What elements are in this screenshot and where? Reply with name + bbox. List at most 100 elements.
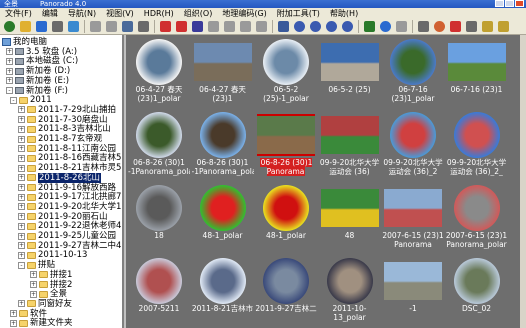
- thumbnail-item[interactable]: 48-1_polar: [255, 183, 317, 249]
- tree-item[interactable]: +2011-8-26北山: [18, 172, 101, 183]
- tree-item[interactable]: +2011-9-16解放西路: [18, 183, 116, 193]
- tree-item[interactable]: + 全景: [30, 289, 67, 299]
- tree-item[interactable]: +2011-8-3吉林北山: [18, 124, 111, 134]
- zoom-100-button[interactable]: [308, 19, 323, 34]
- tree-item[interactable]: + 新建文件夹: [10, 318, 73, 328]
- wrench-button[interactable]: [480, 19, 495, 34]
- expand-icon[interactable]: +: [6, 77, 13, 85]
- expand-icon[interactable]: +: [10, 319, 17, 327]
- thumbnail-item[interactable]: 09-9-20北华大学 运动会 (36): [319, 110, 381, 176]
- thumbnail-scrollbar[interactable]: [520, 35, 526, 328]
- hand-button[interactable]: [136, 19, 151, 34]
- thumbnail-item[interactable]: 06-5-2 (25)-1_polar: [255, 37, 317, 103]
- tree-item[interactable]: +2011-8-16西藏吉林5: [18, 153, 121, 163]
- gear-button[interactable]: [464, 19, 479, 34]
- tree-item[interactable]: + 本地磁盘 (C:): [6, 56, 78, 66]
- tree-item[interactable]: + 新加卷 (E:): [6, 76, 69, 86]
- view-button[interactable]: [120, 19, 135, 34]
- thumbnail-item[interactable]: 06-8-26 (30)1 -1Panorama_polar: [192, 110, 254, 176]
- thumbnail-item[interactable]: 2011-9-27吉林二: [255, 256, 317, 322]
- tree-item[interactable]: +2011-9-22退休老师4: [18, 221, 121, 231]
- expand-icon[interactable]: +: [18, 242, 25, 250]
- tree-item[interactable]: + 新加卷 (D:): [6, 66, 70, 76]
- thumbnail-item[interactable]: 48-1_polar: [192, 183, 254, 249]
- expand-icon[interactable]: +: [18, 174, 25, 182]
- expand-icon[interactable]: +: [6, 57, 13, 65]
- expand-icon[interactable]: +: [18, 300, 25, 308]
- help-button[interactable]: [496, 19, 511, 34]
- zoom-in-button[interactable]: [292, 19, 307, 34]
- menu-item-5[interactable]: 组织(O): [179, 8, 218, 19]
- stop-button[interactable]: [174, 19, 189, 34]
- thumbnail-grid[interactable]: 06-4-27 春天 (23)1_polar 06-4-27 春天 (23)1 06…: [126, 35, 526, 328]
- expand-icon[interactable]: +: [30, 281, 37, 288]
- tree-item[interactable]: +2011-9-25儿童公园: [18, 231, 116, 241]
- earth-button[interactable]: [378, 19, 393, 34]
- collapse-icon[interactable]: -: [6, 87, 13, 94]
- menu-item-1[interactable]: 编辑: [37, 8, 63, 19]
- thumbnail-item[interactable]: 06-8-26 (30)1 -1Panorama_polar: [128, 110, 190, 176]
- thumbnail-item[interactable]: 2007-5211: [128, 256, 190, 322]
- refresh-button[interactable]: [34, 19, 49, 34]
- tree-item[interactable]: +2011-9-27吉林二中4: [18, 241, 121, 251]
- menu-item-6[interactable]: 地理编码(G): [217, 8, 271, 19]
- collapse-icon[interactable]: -: [10, 96, 17, 104]
- back-button[interactable]: [104, 19, 119, 34]
- maximize-button[interactable]: [505, 0, 514, 7]
- tree-item[interactable]: + 拼接1: [30, 270, 72, 280]
- expand-icon[interactable]: +: [18, 106, 25, 114]
- expand-icon[interactable]: +: [18, 203, 25, 211]
- expand-icon[interactable]: +: [30, 271, 37, 279]
- tag-button[interactable]: [448, 19, 463, 34]
- tree-item[interactable]: 我的电脑: [2, 37, 47, 47]
- expand-icon[interactable]: +: [18, 193, 25, 201]
- tree-item[interactable]: + 同窗好友: [18, 299, 72, 309]
- expand-icon[interactable]: +: [18, 232, 25, 240]
- thumbnail-item[interactable]: 2011-8-21吉林市: [192, 256, 254, 322]
- menu-item-3[interactable]: 视图(V): [101, 8, 139, 19]
- tree-item[interactable]: +2011-9-17江北拱廊7: [18, 192, 121, 202]
- thumbnail-item[interactable]: 2007-6-15 (23)1 Panorama: [382, 183, 444, 249]
- close-button[interactable]: [515, 0, 524, 7]
- expand-icon[interactable]: +: [18, 164, 25, 172]
- thumbnail-item[interactable]: 09-9-20北华大学 运动会 (36)_2: [382, 110, 444, 176]
- thumbnail-item[interactable]: 06-8-26 (30)1 Panorama: [255, 110, 317, 176]
- expand-icon[interactable]: +: [30, 290, 37, 298]
- thumbnail-item[interactable]: 2011-10-13_polar: [319, 256, 381, 322]
- thumbnail-item[interactable]: 09-9-20北华大学 运动会 (36)_2_: [446, 110, 508, 176]
- expand-icon[interactable]: +: [18, 125, 25, 133]
- menu-item-4[interactable]: HDR(H): [139, 9, 179, 18]
- play-button[interactable]: [254, 19, 269, 34]
- thumbnail-item[interactable]: 18: [128, 183, 190, 249]
- menu-item-2[interactable]: 导航(N): [63, 8, 101, 19]
- thumbnail-item[interactable]: 06-5-2 (25): [319, 37, 381, 103]
- frame-button[interactable]: [190, 19, 205, 34]
- menu-item-8[interactable]: 帮助(H): [325, 8, 363, 19]
- pano-button[interactable]: [2, 19, 17, 34]
- thumbnail-item[interactable]: -1: [382, 256, 444, 322]
- grid-button[interactable]: [50, 19, 65, 34]
- thumbnail-item[interactable]: 06-7-16 (23)1_polar: [382, 37, 444, 103]
- tree-item[interactable]: +2011-8-7玄帝观: [18, 134, 102, 144]
- thumbnail-item[interactable]: 06-4-27 春天 (23)1_polar: [128, 37, 190, 103]
- minimize-button[interactable]: [495, 0, 504, 7]
- expand-icon[interactable]: +: [6, 48, 13, 56]
- expand-icon[interactable]: +: [10, 310, 17, 318]
- tree-item[interactable]: - 2011: [10, 95, 52, 105]
- tree-item[interactable]: +2011-9-20北华大学1: [18, 202, 121, 212]
- map-button[interactable]: [362, 19, 377, 34]
- expand-icon[interactable]: +: [18, 154, 25, 162]
- expand-icon[interactable]: +: [18, 213, 25, 221]
- expand-icon[interactable]: +: [18, 135, 25, 143]
- thumbnail-item[interactable]: 48: [319, 183, 381, 249]
- tree-item[interactable]: +2011-7-29北山捕拍: [18, 105, 116, 115]
- folder-button[interactable]: [18, 19, 33, 34]
- expand-icon[interactable]: +: [18, 116, 25, 124]
- prev-button[interactable]: [206, 19, 221, 34]
- thumbnail-item[interactable]: DSC_02: [446, 256, 508, 322]
- expand-icon[interactable]: +: [6, 67, 13, 75]
- expand-icon[interactable]: +: [18, 184, 25, 191]
- globe-button[interactable]: [432, 19, 447, 34]
- expand-icon[interactable]: +: [18, 251, 25, 259]
- tree-item[interactable]: +2011-10-13: [18, 250, 87, 260]
